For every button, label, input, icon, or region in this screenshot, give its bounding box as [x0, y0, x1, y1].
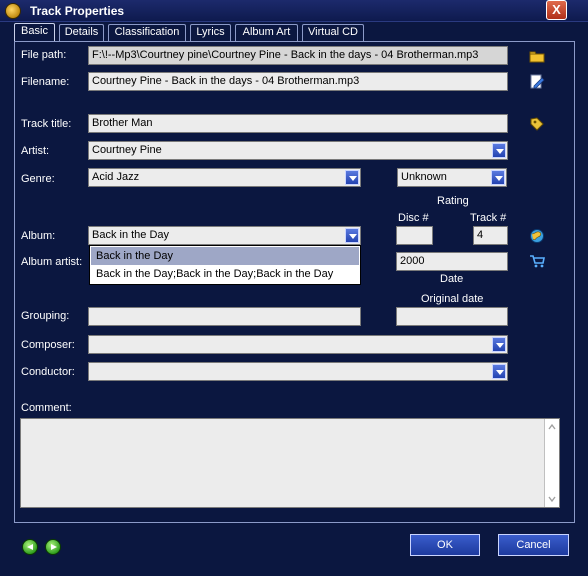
tab-virtual-cd[interactable]: Virtual CD: [302, 24, 364, 41]
disc-label: Disc #: [398, 212, 429, 224]
window-title: Track Properties: [30, 4, 125, 18]
tab-basic[interactable]: Basic: [14, 23, 55, 42]
track-title-field[interactable]: Brother Man: [88, 114, 508, 133]
artist-label: Artist:: [21, 145, 50, 157]
album-option[interactable]: Back in the Day: [91, 247, 359, 265]
app-logo-icon: [5, 3, 21, 19]
genre-label: Genre:: [21, 173, 55, 185]
cart-icon[interactable]: [529, 253, 545, 269]
scroll-up-icon[interactable]: [546, 421, 558, 433]
original-date-field[interactable]: [396, 307, 508, 326]
composer-combo[interactable]: [88, 335, 508, 354]
rating-combo[interactable]: Unknown: [397, 168, 507, 187]
date-field[interactable]: 2000: [396, 252, 508, 271]
genre-combo[interactable]: Acid Jazz: [88, 168, 361, 187]
album-artist-label: Album artist:: [21, 256, 83, 268]
ok-button[interactable]: OK: [410, 534, 480, 556]
conductor-combo[interactable]: [88, 362, 508, 381]
tab-classification[interactable]: Classification: [108, 24, 186, 41]
date-label: Date: [440, 273, 464, 285]
artist-combo[interactable]: Courtney Pine: [88, 141, 508, 160]
composer-label: Composer:: [21, 339, 75, 351]
tab-lyrics[interactable]: Lyrics: [190, 24, 231, 41]
track-number-label: Track #: [470, 212, 507, 224]
close-button[interactable]: X: [546, 0, 567, 20]
rating-value: Unknown: [401, 171, 447, 183]
chevron-down-icon[interactable]: [345, 228, 359, 243]
filename-field[interactable]: Courtney Pine - Back in the days - 04 Br…: [88, 72, 508, 91]
artist-value: Courtney Pine: [92, 144, 162, 156]
filename-label: Filename:: [21, 76, 70, 88]
chevron-down-icon[interactable]: [492, 364, 506, 379]
grouping-label: Grouping:: [21, 310, 70, 322]
track-number-field[interactable]: 4: [473, 226, 508, 245]
comment-textarea[interactable]: [20, 418, 560, 508]
scroll-down-icon[interactable]: [546, 493, 558, 505]
tab-album-art[interactable]: Album Art: [235, 24, 298, 41]
genre-value: Acid Jazz: [92, 171, 140, 183]
title-bar: Track Properties X: [0, 0, 588, 22]
comment-scrollbar[interactable]: [544, 419, 559, 507]
album-option[interactable]: Back in the Day;Back in the Day;Back in …: [91, 265, 359, 283]
rating-label: Rating: [437, 195, 469, 207]
tag-lookup-icon[interactable]: [529, 116, 545, 132]
album-dropdown-list: Back in the Day Back in the Day;Back in …: [89, 245, 361, 285]
folder-icon[interactable]: [529, 48, 545, 64]
chevron-down-icon[interactable]: [491, 170, 505, 185]
grouping-field[interactable]: [88, 307, 361, 326]
chevron-down-icon[interactable]: [345, 170, 359, 185]
conductor-label: Conductor:: [21, 366, 75, 378]
disc-field[interactable]: [396, 226, 433, 245]
cancel-button[interactable]: Cancel: [498, 534, 569, 556]
album-value: Back in the Day: [92, 229, 170, 241]
chevron-down-icon[interactable]: [492, 143, 506, 158]
next-arrow-icon[interactable]: [45, 539, 61, 555]
file-path-label: File path:: [21, 49, 67, 61]
comment-label: Comment:: [21, 402, 72, 414]
chevron-down-icon[interactable]: [492, 337, 506, 352]
original-date-label: Original date: [421, 293, 484, 305]
rename-file-icon[interactable]: [529, 74, 545, 90]
tab-details[interactable]: Details: [59, 24, 104, 41]
album-combo[interactable]: Back in the Day: [88, 226, 361, 245]
track-title-label: Track title:: [21, 118, 72, 130]
file-path-field[interactable]: F:\!--Mp3\Courtney pine\Courtney Pine - …: [88, 46, 508, 65]
album-label: Album:: [21, 230, 56, 242]
prev-arrow-icon[interactable]: [22, 539, 38, 555]
globe-icon[interactable]: [529, 228, 545, 244]
